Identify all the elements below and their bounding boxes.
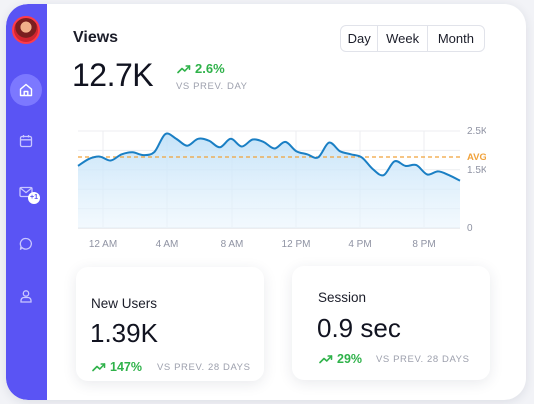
- trend-up-icon: [319, 355, 333, 364]
- avatar[interactable]: [12, 16, 40, 44]
- home-icon: [19, 83, 33, 97]
- sidebar-item-profile[interactable]: [10, 280, 42, 312]
- trend-up-icon: [92, 363, 106, 372]
- x-tick-label: 12 AM: [89, 239, 117, 250]
- y-tick-label: 1.5K: [467, 165, 486, 176]
- x-tick-label: 4 AM: [156, 239, 179, 250]
- mail-badge: +1: [28, 192, 40, 204]
- sidebar: +1: [6, 4, 47, 400]
- sidebar-item-chat[interactable]: [10, 228, 42, 260]
- calendar-icon: [19, 135, 33, 148]
- session-trend: 29%: [319, 352, 362, 366]
- session-compare-label: VS PREV. 28 DAYS: [376, 354, 470, 365]
- session-title: Session: [318, 290, 367, 305]
- range-selector: Day Week Month: [340, 25, 485, 52]
- chat-icon: [19, 237, 32, 251]
- new-users-change: 147%: [110, 360, 142, 374]
- trend-up-icon: [177, 64, 191, 73]
- range-option-week[interactable]: Week: [378, 26, 428, 51]
- user-icon: [20, 290, 32, 303]
- range-option-month[interactable]: Month: [428, 26, 484, 51]
- views-trend: 2.6%: [177, 61, 225, 76]
- session-value: 0.9 sec: [317, 313, 401, 343]
- x-tick-label: 8 AM: [221, 239, 244, 250]
- x-tick-label: 8 PM: [412, 239, 435, 250]
- sidebar-item-calendar[interactable]: [10, 125, 42, 157]
- sidebar-item-home[interactable]: [10, 74, 42, 106]
- x-tick-label: 4 PM: [348, 239, 371, 250]
- views-compare-label: VS PREV. DAY: [176, 81, 248, 92]
- new-users-card[interactable]: New Users 1.39K 147% VS PREV. 28 DAYS: [76, 267, 264, 381]
- y-tick-label: 2.5K: [467, 126, 486, 137]
- new-users-value: 1.39K: [90, 318, 158, 348]
- x-tick-label: 12 PM: [282, 239, 311, 250]
- range-option-day[interactable]: Day: [341, 26, 379, 51]
- views-value: 12.7K: [72, 57, 154, 93]
- new-users-trend: 147%: [92, 360, 142, 374]
- sidebar-item-mail[interactable]: +1: [10, 176, 42, 208]
- session-change: 29%: [337, 352, 363, 366]
- new-users-compare-label: VS PREV. 28 DAYS: [157, 362, 251, 373]
- y-tick-label: 0: [467, 223, 473, 234]
- session-card[interactable]: Session 0.9 sec 29% VS PREV. 28 DAYS: [292, 266, 490, 380]
- views-change: 2.6%: [195, 61, 225, 76]
- views-title: Views: [73, 29, 119, 46]
- dashboard-window: +1 Views 12.7K 2.6% VS PREV. DAY Day Wee…: [6, 4, 526, 400]
- avg-label: AVG: [467, 152, 486, 163]
- new-users-title: New Users: [91, 296, 158, 311]
- views-area: [78, 133, 460, 228]
- views-chart: 0 1.5K 2.5K AVG 12 AM 4 AM 8 AM 12 PM 4 PM 8 PM: [77, 126, 486, 250]
